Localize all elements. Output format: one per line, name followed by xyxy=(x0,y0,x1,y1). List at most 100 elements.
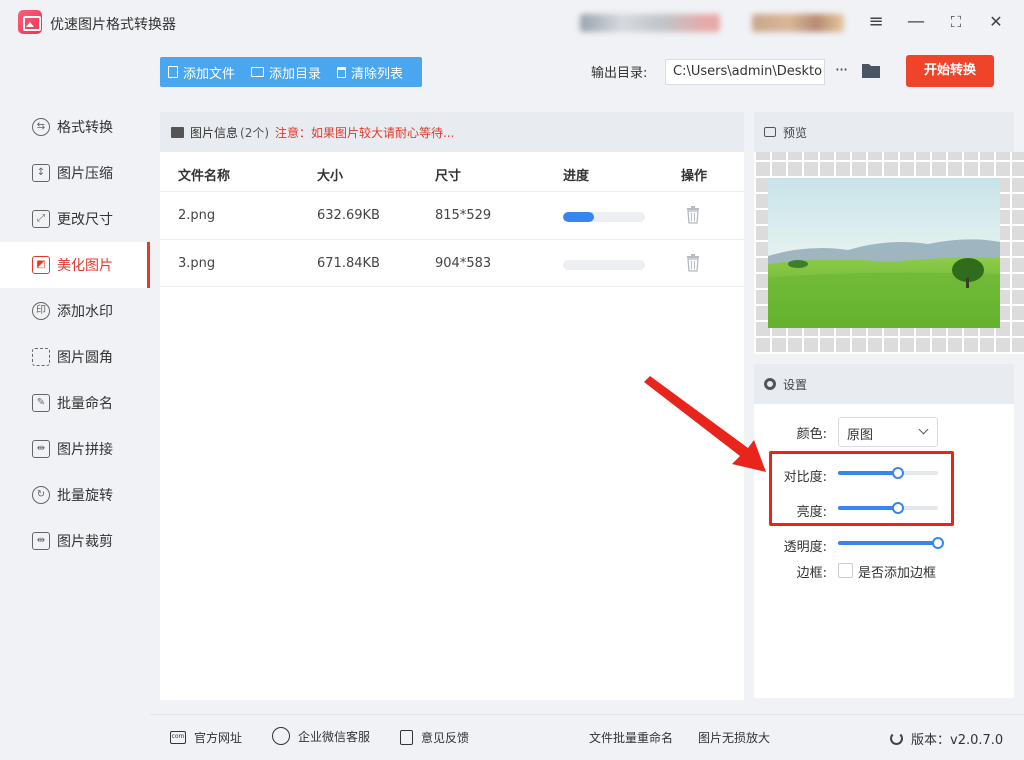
sidebar-item-label: 图片拼接 xyxy=(57,442,113,458)
file-name: 3.png xyxy=(178,256,216,271)
sidebar-item-stitch[interactable]: ⇹ 图片拼接 xyxy=(0,426,150,472)
wechat-service-link[interactable]: 企业微信客服 xyxy=(272,727,370,745)
sidebar-item-format-convert[interactable]: ⇆ 格式转换 xyxy=(0,104,150,150)
sidebar-item-label: 图片圆角 xyxy=(57,350,113,366)
sidebar-item-beautify[interactable]: ◩ 美化图片 xyxy=(0,242,150,288)
resize-icon: ⤢ xyxy=(32,210,50,228)
sidebar-item-label: 更改尺寸 xyxy=(57,212,113,228)
file-count: (2个) xyxy=(240,125,270,140)
column-header-dims: 尺寸 xyxy=(435,169,462,184)
watermark-icon: 印 xyxy=(32,302,50,320)
column-header-action: 操作 xyxy=(681,169,708,184)
progress-bar xyxy=(563,260,645,270)
sidebar-item-compress[interactable]: ↕ 图片压缩 xyxy=(0,150,150,196)
feedback-icon xyxy=(400,730,413,745)
format-convert-icon: ⇆ xyxy=(32,118,50,136)
add-border-checkbox[interactable] xyxy=(838,563,853,578)
close-icon[interactable]: ✕ xyxy=(984,10,1008,34)
opacity-slider-fill xyxy=(838,541,938,545)
column-header-size: 大小 xyxy=(317,169,344,184)
add-file-label: 添加文件 xyxy=(183,66,236,82)
more-button[interactable]: ··· xyxy=(832,60,850,82)
delete-icon[interactable] xyxy=(686,254,700,272)
sidebar-item-rotate[interactable]: ↻ 批量旋转 xyxy=(0,472,150,518)
batch-rename-link[interactable]: 文件批量重命名 xyxy=(589,729,673,746)
add-border-label: 是否添加边框 xyxy=(858,566,937,581)
sidebar-item-label: 批量命名 xyxy=(57,396,113,412)
rounded-corner-icon xyxy=(32,348,50,366)
website-icon: com xyxy=(170,731,186,744)
file-icon xyxy=(168,66,178,78)
feedback-link[interactable]: 意见反馈 xyxy=(400,729,469,746)
opacity-slider[interactable] xyxy=(838,537,944,549)
clear-list-label: 清除列表 xyxy=(351,66,404,82)
minimize-icon[interactable]: — xyxy=(904,10,928,34)
preview-image xyxy=(768,178,1000,328)
add-dir-label: 添加目录 xyxy=(269,66,322,82)
maximize-icon[interactable]: ⛶ xyxy=(944,10,968,34)
column-header-progress: 进度 xyxy=(563,169,590,184)
version-info[interactable]: 版本：v2.0.7.0 xyxy=(890,729,1003,748)
title-bar: 优速图片格式转换器 ≡ — ⛶ ✕ xyxy=(0,0,1024,46)
sidebar-item-crop[interactable]: ⇹ 图片裁剪 xyxy=(0,518,150,564)
wechat-service-label: 企业微信客服 xyxy=(298,729,371,744)
annotation-arrow xyxy=(644,376,766,472)
add-dir-button[interactable]: 添加目录 xyxy=(243,57,329,87)
app-title: 优速图片格式转换器 xyxy=(50,17,176,33)
settings-panel: 设置 xyxy=(754,364,1014,698)
color-select[interactable]: 原图 xyxy=(838,417,938,447)
open-folder-icon[interactable] xyxy=(861,62,881,79)
beautify-icon: ◩ xyxy=(32,256,50,274)
output-dir-label: 输出目录: xyxy=(591,66,648,81)
sidebar-item-label: 添加水印 xyxy=(57,304,113,320)
file-dims: 904*583 xyxy=(435,256,492,271)
opacity-slider-handle[interactable] xyxy=(932,537,944,549)
sidebar-item-label: 批量旋转 xyxy=(57,488,113,504)
output-dir-field[interactable]: C:\Users\admin\Deskto xyxy=(665,59,825,85)
sidebar-item-label: 美化图片 xyxy=(57,258,113,274)
sidebar-item-label: 图片压缩 xyxy=(57,166,113,182)
official-site-link[interactable]: com 官方网址 xyxy=(170,729,242,746)
file-name: 2.png xyxy=(178,208,216,223)
image-icon xyxy=(171,126,184,138)
settings-header: 设置 xyxy=(754,364,1014,404)
file-dims: 815*529 xyxy=(435,208,492,223)
image-upscale-link[interactable]: 图片无损放大 xyxy=(698,729,770,746)
sidebar-item-resize[interactable]: ⤢ 更改尺寸 xyxy=(0,196,150,242)
feedback-label: 意见反馈 xyxy=(421,731,470,745)
file-panel-header: 图片信息 (2个) 注意：如果图片较大请耐心等待... xyxy=(160,112,744,152)
sidebar-item-rename[interactable]: ✎ 批量命名 xyxy=(0,380,150,426)
version-label: 版本：v2.0.7.0 xyxy=(911,733,1004,748)
footer: com 官方网址 企业微信客服 意见反馈 文件批量重命名 图片无损放大 版本：v… xyxy=(150,714,1024,760)
menu-icon[interactable]: ≡ xyxy=(864,10,888,34)
folder-icon xyxy=(251,67,265,77)
sidebar-item-label: 格式转换 xyxy=(57,120,113,136)
file-toolbar: 添加文件 添加目录 清除列表 xyxy=(160,57,422,87)
app-logo xyxy=(18,10,42,34)
opacity-label: 透明度: xyxy=(783,540,827,555)
table-row[interactable]: 3.png 671.84KB 904*583 xyxy=(160,239,744,287)
stitch-icon: ⇹ xyxy=(32,440,50,458)
official-site-label: 官方网址 xyxy=(194,731,243,745)
warning-text: 注意：如果图片较大请耐心等待... xyxy=(275,125,455,140)
column-header-name: 文件名称 xyxy=(178,169,231,184)
rename-icon: ✎ xyxy=(32,394,50,412)
clear-list-button[interactable]: 清除列表 xyxy=(329,57,411,87)
sidebar-item-rounded-corner[interactable]: 图片圆角 xyxy=(0,334,150,380)
sidebar: ⇆ 格式转换 ↕ 图片压缩 ⤢ 更改尺寸 ◩ 美化图片 印 添加水印 图片圆角 … xyxy=(0,46,150,714)
start-convert-button[interactable]: 开始转换 xyxy=(906,55,994,87)
rotate-icon: ↻ xyxy=(32,486,50,504)
add-file-button[interactable]: 添加文件 xyxy=(160,57,243,87)
progress-fill xyxy=(563,212,595,222)
settings-title: 设置 xyxy=(783,377,808,392)
progress-bar xyxy=(563,212,645,222)
color-select-value: 原图 xyxy=(847,428,874,443)
refresh-icon xyxy=(890,732,903,745)
chat-icon xyxy=(272,727,290,745)
delete-icon[interactable] xyxy=(686,206,700,224)
sidebar-item-watermark[interactable]: 印 添加水印 xyxy=(0,288,150,334)
table-row[interactable]: 2.png 632.69KB 815*529 xyxy=(160,191,744,239)
compress-icon: ↕ xyxy=(32,164,50,182)
sidebar-item-label: 图片裁剪 xyxy=(57,534,113,550)
trash-icon xyxy=(337,66,347,78)
